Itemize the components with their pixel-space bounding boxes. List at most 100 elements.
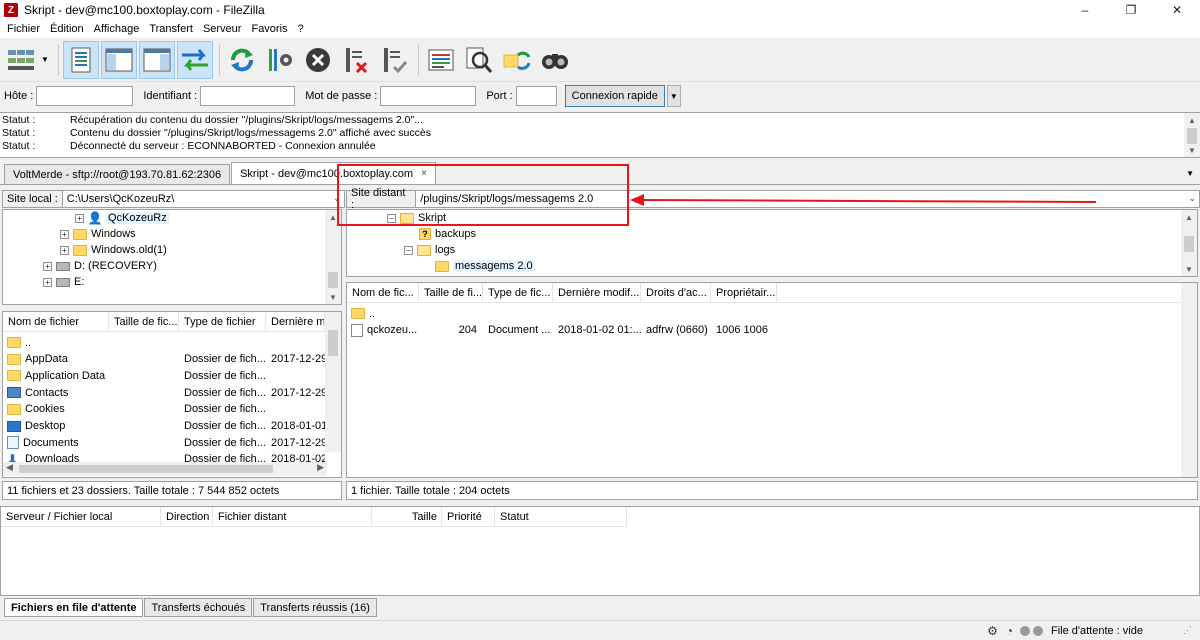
toggle-local-tree-button[interactable] [101,40,137,79]
tab-list-dropdown-icon[interactable]: ▼ [1186,169,1194,178]
expand-icon[interactable]: + [60,229,69,239]
quickconnect-button[interactable]: Connexion rapide [564,85,665,107]
tree-node[interactable]: + 👤 QcKozeuRz [75,210,169,226]
local-list-hscrollbar[interactable]: ◀ ▶ [3,462,327,476]
column-header[interactable]: Serveur / Fichier local [1,507,161,527]
reconnect-button[interactable] [376,41,412,79]
quickconnect-bar: Hôte : Identifiant : Mot de passe : Port… [0,83,1200,109]
scroll-thumb[interactable] [1187,128,1197,144]
process-queue-button[interactable] [262,41,298,79]
table-row[interactable]: Application Data Dossier de fich... [3,367,325,384]
site-manager-button[interactable] [2,41,38,79]
chevron-down-icon[interactable]: ⌄ [1188,193,1196,204]
speed-limit-icon[interactable]: ◔ [1003,624,1016,638]
sync-browsing-button[interactable] [499,41,535,79]
remote-list-scrollbar[interactable] [1181,283,1197,477]
menu-serveur[interactable]: Serveur [198,23,247,35]
password-input[interactable] [380,86,477,106]
port-input[interactable] [515,86,557,106]
tree-node[interactable]: + E: [43,274,84,290]
scroll-thumb[interactable] [328,272,338,288]
tab-voltmerde[interactable]: VoltMerde - sftp://root@193.70.81.62:230… [4,164,231,184]
column-header[interactable]: Taille de fic... [109,312,179,332]
disconnect-button[interactable] [338,41,374,79]
scroll-down-icon[interactable]: ▼ [1184,143,1200,157]
search-files-button[interactable] [537,41,573,79]
username-input[interactable] [200,86,296,106]
column-header[interactable]: Fichier distant [213,507,372,527]
table-row[interactable]: Desktop Dossier de fich... 2018-01-01 [3,418,325,435]
scroll-thumb[interactable] [328,330,338,356]
site-manager-dropdown-icon[interactable]: ▼ [40,41,50,79]
refresh-button[interactable] [224,41,260,79]
quickconnect-history-dropdown-icon[interactable]: ▼ [666,85,681,107]
expand-icon[interactable]: + [43,261,52,271]
scroll-up-icon[interactable]: ▲ [1181,210,1197,224]
resize-grip-icon[interactable]: ⋰ [1183,625,1192,636]
tab-successful-transfers[interactable]: Transferts réussis (16) [253,598,377,617]
table-row[interactable]: Contacts Dossier de fich... 2017-12-29 [3,384,325,401]
table-row[interactable]: qckozeu... 204 Document ... 2018-01-02 01:.… [347,322,777,339]
directory-filter-button[interactable] [423,41,459,79]
close-button[interactable]: ✕ [1154,0,1200,20]
log-scrollbar[interactable]: ▲ ▼ [1184,113,1200,157]
tree-node[interactable]: − logs [404,242,455,258]
remote-tree-scrollbar[interactable]: ▲ ▼ [1181,210,1197,276]
host-input[interactable] [36,86,134,106]
table-row[interactable]: AppData Dossier de fich... 2017-12-29 [3,351,325,368]
scroll-right-icon[interactable]: ▶ [317,462,324,473]
tree-node[interactable]: + Windows [60,226,136,242]
local-path-input[interactable]: C:\Users\QcKozeuRz\ ⌄ [62,190,345,208]
menu-fichier[interactable]: Fichier [2,23,45,35]
expand-icon[interactable]: + [43,277,52,287]
tree-node[interactable]: + D: (RECOVERY) [43,258,157,274]
scroll-left-icon[interactable]: ◀ [6,462,13,473]
tree-node[interactable]: ? backups [419,226,476,242]
tab-queued-files[interactable]: Fichiers en file d'attente [4,598,144,617]
menu-favoris[interactable]: Favoris [246,23,292,35]
table-row[interactable]: Documents Dossier de fich... 2017-12-29 [3,434,325,451]
column-header[interactable]: Type de fichier [179,312,266,332]
column-header[interactable]: Droits d'ac... [641,283,711,303]
minimize-button[interactable]: – [1062,0,1108,20]
expand-icon[interactable]: + [75,213,84,223]
toggle-transfer-queue-button[interactable] [177,40,213,79]
scroll-down-icon[interactable]: ▼ [325,290,341,304]
column-header[interactable]: Direction [161,507,213,527]
toggle-remote-tree-button[interactable] [139,40,175,79]
tab-failed-transfers[interactable]: Transferts échoués [144,598,253,617]
menu-help[interactable]: ? [293,23,309,35]
expand-icon[interactable]: + [60,245,69,255]
gear-icon[interactable]: ⚙ [986,624,999,638]
scroll-thumb[interactable] [1184,236,1194,252]
local-list-scrollbar[interactable] [325,312,341,452]
column-header[interactable]: Statut [495,507,627,527]
column-header[interactable]: Propriétair... [711,283,777,303]
menu-transfert[interactable]: Transfert [144,23,198,35]
column-header[interactable]: Taille [372,507,442,527]
column-header[interactable]: Nom de fic... [347,283,419,303]
column-header[interactable]: Dernière modif... [553,283,641,303]
column-header[interactable]: Type de fic... [483,283,553,303]
scroll-up-icon[interactable]: ▲ [1184,113,1200,127]
menu-affichage[interactable]: Affichage [89,23,145,35]
queue-header: Serveur / Fichier local Direction Fichie… [1,507,627,527]
column-header[interactable]: Priorité [442,507,495,527]
collapse-icon[interactable]: − [404,245,413,255]
tree-node[interactable]: messagems 2.0 [435,258,535,274]
table-row[interactable]: .. [3,334,325,351]
toggle-message-log-button[interactable] [63,40,99,79]
compare-directories-button[interactable] [461,41,497,79]
column-header[interactable]: Nom de fichier [3,312,109,332]
scroll-down-icon[interactable]: ▼ [1181,262,1197,276]
column-header[interactable]: Dernière mo [266,312,325,332]
column-header[interactable]: Taille de fi... [419,283,483,303]
scroll-thumb[interactable] [19,465,273,473]
table-row[interactable]: .. [347,305,777,322]
toolbar-separator [58,43,59,76]
maximize-button[interactable]: ❐ [1108,0,1154,20]
table-row[interactable]: Cookies Dossier de fich... [3,401,325,418]
tree-node[interactable]: + Windows.old(1) [60,242,167,258]
cancel-operation-button[interactable] [300,41,336,79]
menu-edition[interactable]: Édition [45,23,89,35]
